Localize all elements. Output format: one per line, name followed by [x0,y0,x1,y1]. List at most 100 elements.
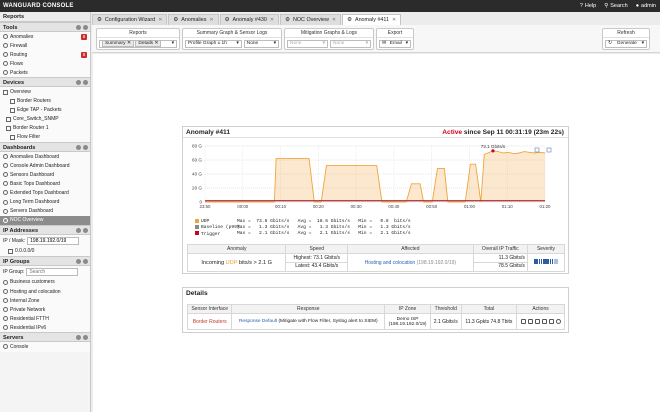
chevron-down-icon: ▾ [273,41,276,46]
chart-legend: UDP Max = 73.6 Gbits/s Avg = 18.5 Gbits/s… [195,219,411,238]
sensor-logs-select[interactable]: None ▾ [243,39,279,48]
ip-groups-body: IP Group: Business customersHosting and … [0,265,90,333]
sidebar-item-edge-tap-packets[interactable]: Edge TAP - Packets [0,106,90,115]
close-icon[interactable] [83,80,88,86]
group-icon [3,279,8,285]
collapse-icon[interactable] [76,335,81,341]
help-icon: ? [579,2,583,9]
add-icon[interactable] [520,319,526,324]
dashboards-section-title: Dashboards [0,142,90,153]
tool-icon [3,52,8,58]
user-menu[interactable]: ● admin [636,3,656,9]
tab-icon: ⚙ [347,17,352,23]
sidebar-item-anomalies-dashboard[interactable]: Anomalies Dashboard [0,152,90,161]
sidebar-item-console[interactable]: Console [0,342,90,351]
anomaly-panel: Anomaly #411 Active since Sep 11 00:31:1… [182,126,569,274]
close-icon[interactable] [83,227,88,233]
collapse-icon[interactable] [76,145,81,151]
sidebar-item-long-term-dashboard[interactable]: Long Term Dashboard [0,198,90,207]
sidebar-item-extended-tops-dashboard[interactable]: Extended Tops Dashboard [0,188,90,197]
legend-swatch [195,231,199,236]
generate-select[interactable]: ↻ Generate ▾ [605,39,647,48]
sidebar-item-anomalies[interactable]: Anomalies 5 [0,32,90,41]
zoom-icon[interactable] [534,147,540,153]
tab-anomalies[interactable]: ⚙ Anomalies ✕ [168,14,219,25]
dashboard-icon [3,172,8,178]
sidebar-item-console-admin-dashboard[interactable]: Console Admin Dashboard [0,161,90,170]
device-icon [6,116,11,122]
tab-icon: ⚙ [285,17,290,23]
refresh-group: Refresh ↻ Generate ▾ [602,28,650,50]
sidebar-item-packets[interactable]: Packets [0,68,90,77]
list-icon[interactable] [534,319,540,324]
sidebar-item-border-routers[interactable]: Border Routers [0,97,90,106]
sidebar-item-routing[interactable]: Routing 5 [0,50,90,59]
search-menu[interactable]: ⚲ Search [604,3,627,9]
devices-section-title: Devices [0,77,90,88]
close-icon[interactable]: ✕ [392,17,396,23]
summary-chip[interactable]: Summary ✕ [102,40,134,47]
device-icon [10,107,15,113]
collapse-icon[interactable] [76,258,81,264]
collapse-icon[interactable] [76,227,81,233]
summary-graph-select[interactable]: Profile Graph ± 1h ▾ [185,39,242,48]
close-icon[interactable]: ✕ [209,17,213,23]
sidebar-item-flows[interactable]: Flows [0,59,90,68]
sidebar-item-basic-tops-dashboard[interactable]: Basic Tops Dashboard [0,179,90,188]
tab-anomaly-411[interactable]: ⚙ Anomaly #411 ✕ [342,14,402,25]
sidebar-item-residential-ipv6[interactable]: Residential IPv6 [0,323,90,332]
sidebar-item-private-network[interactable]: Private Network [0,305,90,314]
close-icon[interactable] [83,25,88,30]
close-icon[interactable]: ✕ [158,17,162,23]
collapse-icon[interactable] [76,80,81,86]
sidebar-item-hosting-and-colocation[interactable]: Hosting and colocation [0,287,90,296]
sidebar-item-business-customers[interactable]: Business customers [0,278,90,287]
y-tick-label: 40 G [192,172,202,177]
tab-configuration-wizard[interactable]: ⚙ Configuration Wizard ✕ [92,14,168,25]
close-icon[interactable] [83,335,88,341]
sidebar-item-firewall[interactable]: Firewall [0,41,90,50]
tab-noc-overview[interactable]: ⚙ NOC Overview ✕ [280,14,342,25]
chart-icon[interactable] [541,319,547,324]
sidebar-item-core-switch-snmp[interactable]: Core_Switch_SNMP [0,115,90,124]
sidebar-item-noc-overview[interactable]: NOC Overview [0,215,90,225]
group-icon [3,298,8,304]
help-menu[interactable]: ? Help [580,3,596,9]
sidebar: Reports Tools Anomalies 5 Firewall Routing 5… [0,12,91,412]
sidebar-item-overview[interactable]: Overview [0,87,90,96]
close-icon[interactable]: ✕ [270,17,274,23]
details-chip[interactable]: Details ✕ [135,40,162,47]
sidebar-item-residential-ftth[interactable]: Residential FTTH [0,314,90,323]
affected-zone[interactable]: Hosting and colocation (198.19.192.0/19) [347,253,474,272]
ip-tree-item[interactable]: 0.0.0.0/0 [0,247,90,256]
details-table: Sensor Interface Response IP Zone Threshold… [186,304,565,330]
mitigation-logs-select[interactable]: None ▾ [330,39,371,48]
y-tick-label: 80 G [192,144,202,149]
column-header: Affected [347,244,474,254]
table-row: Border Routers Response Default (Mitigat… [186,313,565,330]
reset-zoom-icon[interactable] [546,147,552,153]
export-select[interactable]: ✉ Email ▾ [379,39,411,48]
trash-icon[interactable] [548,319,554,324]
response-link[interactable]: Response Default [239,319,277,324]
close-icon[interactable] [83,258,88,264]
user-icon: ● [635,2,640,9]
sidebar-item-internal-zone[interactable]: Internal Zone [0,296,90,305]
comment-icon[interactable] [527,319,533,324]
sensor-interface-link[interactable]: Border Routers [186,313,233,330]
close-icon[interactable]: ✕ [332,17,336,23]
mitigation-graph-select[interactable]: None ▾ [287,39,328,48]
tab-anomaly-430[interactable]: ⚙ Anomaly #430 ✕ [219,14,280,25]
reports-select[interactable]: Summary ✕ Details ✕ ▾ [99,39,177,48]
collapse-icon[interactable] [76,25,81,30]
sidebar-item-border-router-1[interactable]: Border Router 1 [0,124,90,133]
ip-group-search-input[interactable] [26,267,79,276]
sidebar-item-sensors-dashboard[interactable]: Sensors Dashboard [0,170,90,179]
y-tick-label: 60 G [192,158,202,163]
sidebar-item-flow-filter[interactable]: Flow Filter [0,133,90,142]
sidebar-item-servers-dashboard[interactable]: Servers Dashboard [0,207,90,216]
stop-icon[interactable] [555,319,561,324]
close-icon[interactable] [83,145,88,151]
anomaly-title: Anomaly #411 Active since Sep 11 00:31:1… [183,127,568,138]
ip-mask-input[interactable] [27,236,80,245]
